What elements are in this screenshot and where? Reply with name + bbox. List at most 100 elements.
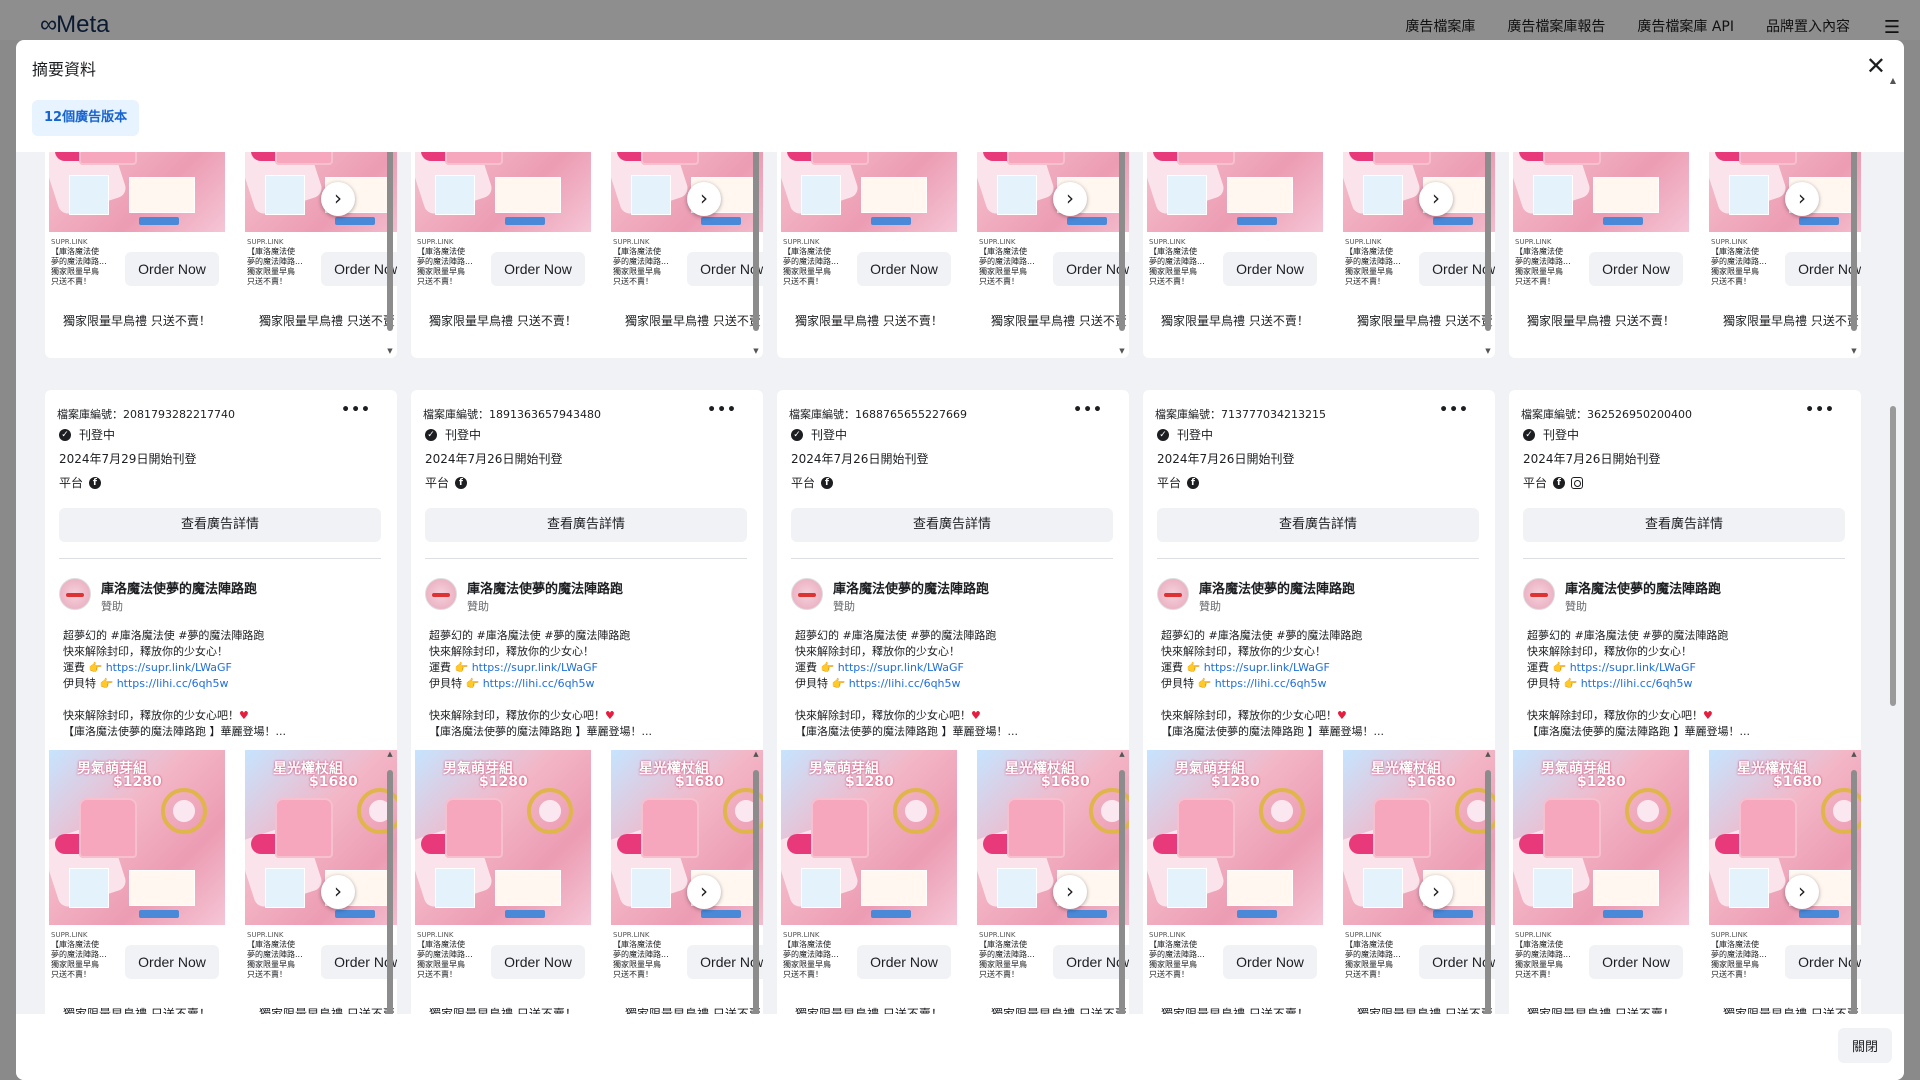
product-image[interactable]: 星光權杖組$1680 bbox=[245, 750, 397, 925]
order-now-button[interactable]: Order Now bbox=[1223, 945, 1317, 979]
chevron-right-icon[interactable]: › bbox=[1419, 875, 1453, 909]
product-image[interactable]: 星光權杖組$1680 bbox=[1343, 750, 1495, 925]
page-name[interactable]: 庫洛魔法使夢的魔法陣路跑 bbox=[833, 578, 989, 597]
product-image[interactable]: 星光權杖組$1680 bbox=[611, 152, 763, 232]
ad-carousel[interactable]: 男氣萌芽組$1280SUPR.LINK【庫洛魔法使夢的魔法陣路...獨家限量早鳥… bbox=[411, 750, 763, 1014]
page-name[interactable]: 庫洛魔法使夢的魔法陣路跑 bbox=[1199, 578, 1355, 597]
scroll-down-arrow-icon[interactable]: ▼ bbox=[751, 347, 761, 355]
carousel-scrollbar-thumb[interactable] bbox=[387, 770, 393, 1014]
order-now-button[interactable]: Order Now bbox=[125, 252, 219, 286]
ad-carousel[interactable]: 男氣萌芽組$1280SUPR.LINK【庫洛魔法使夢的魔法陣路...獨家限量早鳥… bbox=[777, 750, 1129, 1014]
chevron-right-icon[interactable]: › bbox=[687, 875, 721, 909]
ad-carousel[interactable]: 男氣萌芽組$1280SUPR.LINK【庫洛魔法使夢的魔法陣路...獨家限量早鳥… bbox=[1143, 152, 1495, 357]
carousel-scrollbar-thumb[interactable] bbox=[387, 152, 393, 331]
scroll-up-arrow-icon[interactable]: ▲ bbox=[385, 750, 395, 758]
product-image[interactable]: 星光權杖組$1680 bbox=[977, 152, 1129, 232]
scroll-down-arrow-icon[interactable]: ▼ bbox=[385, 347, 395, 355]
carousel-scrollbar[interactable]: ▲▼ bbox=[1849, 750, 1859, 1014]
scrollbar-thumb[interactable] bbox=[1890, 406, 1896, 706]
nav-link-branded-content[interactable]: 品牌置入內容 bbox=[1766, 16, 1850, 36]
view-ad-details-button[interactable]: 查看廣告詳情 bbox=[425, 508, 747, 542]
carousel-scrollbar-thumb[interactable] bbox=[1485, 770, 1491, 1014]
carousel-scrollbar[interactable]: ▲▼ bbox=[1483, 750, 1493, 1014]
carousel-scrollbar-thumb[interactable] bbox=[1485, 152, 1491, 331]
carousel-scrollbar[interactable]: ▲▼ bbox=[751, 152, 761, 357]
close-button[interactable]: 關閉 bbox=[1837, 1028, 1892, 1063]
scroll-down-arrow-icon[interactable]: ▼ bbox=[1849, 347, 1859, 355]
store-link[interactable]: https://lihi.cc/6qh5w bbox=[117, 677, 229, 690]
chevron-right-icon[interactable]: › bbox=[1785, 182, 1819, 216]
product-image[interactable]: 男氣萌芽組$1280 bbox=[1513, 750, 1689, 925]
ad-carousel[interactable]: 男氣萌芽組$1280SUPR.LINK【庫洛魔法使夢的魔法陣路...獨家限量早鳥… bbox=[777, 152, 1129, 357]
shipping-link[interactable]: https://supr.link/LWaGF bbox=[1570, 661, 1696, 674]
product-image[interactable]: 星光權杖組$1680 bbox=[1709, 750, 1861, 925]
store-link[interactable]: https://lihi.cc/6qh5w bbox=[483, 677, 595, 690]
carousel-scrollbar[interactable]: ▲▼ bbox=[1849, 152, 1859, 357]
more-options-icon[interactable]: ••• bbox=[341, 402, 371, 418]
product-image[interactable]: 星光權杖組$1680 bbox=[1709, 152, 1861, 232]
ad-carousel[interactable]: 男氣萌芽組$1280SUPR.LINK【庫洛魔法使夢的魔法陣路...獨家限量早鳥… bbox=[1143, 750, 1495, 1014]
page-avatar[interactable] bbox=[1157, 578, 1189, 610]
scroll-up-arrow-icon[interactable]: ▲ bbox=[1849, 750, 1859, 758]
carousel-scrollbar-thumb[interactable] bbox=[1851, 152, 1857, 331]
page-avatar[interactable] bbox=[1523, 578, 1555, 610]
nav-link-ad-library-api[interactable]: 廣告檔案庫 API bbox=[1637, 16, 1734, 36]
order-now-button[interactable]: Order Now bbox=[491, 252, 585, 286]
page-avatar[interactable] bbox=[59, 578, 91, 610]
chevron-right-icon[interactable]: › bbox=[321, 875, 355, 909]
product-image[interactable]: 星光權杖組$1680 bbox=[611, 750, 763, 925]
hamburger-menu-icon[interactable]: ☰ bbox=[1884, 17, 1900, 38]
more-options-icon[interactable]: ••• bbox=[1073, 402, 1103, 418]
carousel-scrollbar[interactable]: ▲▼ bbox=[1483, 152, 1493, 357]
carousel-scrollbar[interactable]: ▲▼ bbox=[1117, 152, 1127, 357]
carousel-scrollbar-thumb[interactable] bbox=[1851, 770, 1857, 1014]
chevron-right-icon[interactable]: › bbox=[321, 182, 355, 216]
product-image[interactable]: 男氣萌芽組$1280 bbox=[781, 152, 957, 232]
more-options-icon[interactable]: ••• bbox=[1805, 402, 1835, 418]
shipping-link[interactable]: https://supr.link/LWaGF bbox=[472, 661, 598, 674]
store-link[interactable]: https://lihi.cc/6qh5w bbox=[1581, 677, 1693, 690]
view-ad-details-button[interactable]: 查看廣告詳情 bbox=[1157, 508, 1479, 542]
carousel-scrollbar[interactable]: ▲▼ bbox=[385, 750, 395, 1014]
more-options-icon[interactable]: ••• bbox=[1439, 402, 1469, 418]
ad-carousel[interactable]: 男氣萌芽組$1280SUPR.LINK【庫洛魔法使夢的魔法陣路...獨家限量早鳥… bbox=[411, 152, 763, 357]
order-now-button[interactable]: Order Now bbox=[1223, 252, 1317, 286]
order-now-button[interactable]: Order Now bbox=[1589, 945, 1683, 979]
store-link[interactable]: https://lihi.cc/6qh5w bbox=[1215, 677, 1327, 690]
ad-carousel[interactable]: 男氣萌芽組$1280SUPR.LINK【庫洛魔法使夢的魔法陣路...獨家限量早鳥… bbox=[1509, 152, 1861, 357]
product-image[interactable]: 男氣萌芽組$1280 bbox=[1513, 152, 1689, 232]
ad-versions-tab[interactable]: 12個廣告版本 bbox=[32, 100, 140, 136]
carousel-scrollbar-thumb[interactable] bbox=[753, 770, 759, 1014]
page-avatar[interactable] bbox=[425, 578, 457, 610]
carousel-scrollbar[interactable]: ▲▼ bbox=[751, 750, 761, 1014]
page-name[interactable]: 庫洛魔法使夢的魔法陣路跑 bbox=[467, 578, 623, 597]
page-name[interactable]: 庫洛魔法使夢的魔法陣路跑 bbox=[101, 578, 257, 597]
product-image[interactable]: 男氣萌芽組$1280 bbox=[49, 750, 225, 925]
scroll-up-arrow-icon[interactable]: ▲ bbox=[1888, 76, 1898, 85]
carousel-scrollbar[interactable]: ▲▼ bbox=[385, 152, 395, 357]
chevron-right-icon[interactable]: › bbox=[1053, 182, 1087, 216]
product-image[interactable]: 男氣萌芽組$1280 bbox=[49, 152, 225, 232]
carousel-scrollbar-thumb[interactable] bbox=[753, 152, 759, 331]
product-image[interactable]: 男氣萌芽組$1280 bbox=[781, 750, 957, 925]
ad-carousel[interactable]: 男氣萌芽組$1280SUPR.LINK【庫洛魔法使夢的魔法陣路...獨家限量早鳥… bbox=[45, 152, 397, 357]
order-now-button[interactable]: Order Now bbox=[125, 945, 219, 979]
product-image[interactable]: 男氣萌芽組$1280 bbox=[1147, 750, 1323, 925]
order-now-button[interactable]: Order Now bbox=[1589, 252, 1683, 286]
nav-link-ad-library-report[interactable]: 廣告檔案庫報告 bbox=[1507, 16, 1605, 36]
store-link[interactable]: https://lihi.cc/6qh5w bbox=[849, 677, 961, 690]
page-name[interactable]: 庫洛魔法使夢的魔法陣路跑 bbox=[1565, 578, 1721, 597]
order-now-button[interactable]: Order Now bbox=[491, 945, 585, 979]
carousel-scrollbar[interactable]: ▲▼ bbox=[1117, 750, 1127, 1014]
order-now-button[interactable]: Order Now bbox=[857, 252, 951, 286]
carousel-scrollbar-thumb[interactable] bbox=[1119, 152, 1125, 331]
scroll-up-arrow-icon[interactable]: ▲ bbox=[1117, 750, 1127, 758]
product-image[interactable]: 男氣萌芽組$1280 bbox=[1147, 152, 1323, 232]
product-image[interactable]: 男氣萌芽組$1280 bbox=[415, 152, 591, 232]
shipping-link[interactable]: https://supr.link/LWaGF bbox=[838, 661, 964, 674]
nav-link-ad-library[interactable]: 廣告檔案庫 bbox=[1405, 16, 1475, 36]
page-avatar[interactable] bbox=[791, 578, 823, 610]
product-image[interactable]: 星光權杖組$1680 bbox=[245, 152, 397, 232]
scroll-down-arrow-icon[interactable]: ▼ bbox=[1483, 347, 1493, 355]
ad-cards-scroll-area[interactable]: 男氣萌芽組$1280SUPR.LINK【庫洛魔法使夢的魔法陣路...獨家限量早鳥… bbox=[16, 152, 1904, 1014]
